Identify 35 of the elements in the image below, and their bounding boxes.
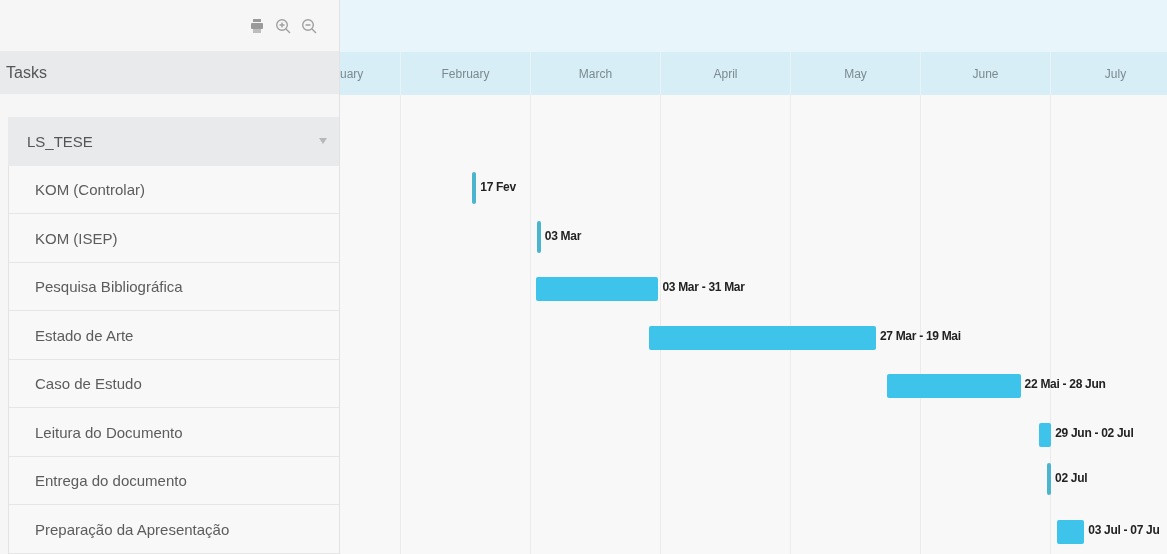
task-name[interactable]: Preparação da Apresentação xyxy=(35,520,230,538)
month-label: uary xyxy=(340,66,364,81)
date-label: 29 Jun - 02 Jul xyxy=(1055,425,1134,440)
month-label: May xyxy=(844,66,867,81)
month-label: April xyxy=(713,66,738,81)
task-name[interactable]: Estado de Arte xyxy=(35,326,134,344)
milestone-bar[interactable] xyxy=(536,220,541,253)
milestone-bar[interactable] xyxy=(1047,463,1052,495)
caret-icon[interactable] xyxy=(319,138,327,145)
month-label: June xyxy=(972,66,999,81)
task-name[interactable]: Entrega do documento xyxy=(35,472,187,490)
task-name[interactable]: KOM (ISEP) xyxy=(35,229,118,247)
task-bar[interactable] xyxy=(1038,422,1052,447)
zoom-in-icon[interactable] xyxy=(275,17,291,34)
date-label: 02 Jul xyxy=(1055,471,1088,485)
zoom-out-icon[interactable] xyxy=(301,17,317,34)
task-name[interactable]: Pesquisa Bibliográfica xyxy=(35,278,183,296)
task-name[interactable]: KOM (Controlar) xyxy=(35,181,146,199)
task-name[interactable]: Caso de Estudo xyxy=(35,375,142,393)
month-label: February xyxy=(441,66,490,81)
task-bar[interactable] xyxy=(649,325,876,350)
column-heading: Tasks xyxy=(6,63,47,82)
task-group-row[interactable]: LS_TESE xyxy=(8,116,339,166)
print-icon[interactable] xyxy=(249,17,265,34)
date-label: 27 Mar - 19 Mai xyxy=(879,328,961,343)
date-label: 03 Jul - 07 Ju xyxy=(1088,522,1160,537)
task-name[interactable]: Leitura do Documento xyxy=(35,423,183,441)
milestone-bar[interactable] xyxy=(472,172,477,204)
month-label: March xyxy=(578,66,613,81)
date-label: 22 Mai - 28 Jun xyxy=(1024,377,1106,391)
date-label: 03 Mar xyxy=(544,228,582,243)
date-label: 03 Mar - 31 Mar xyxy=(662,280,745,294)
task-bar[interactable] xyxy=(1057,519,1085,544)
date-label: 17 Fev xyxy=(480,180,516,194)
month-label: July xyxy=(1104,66,1127,81)
